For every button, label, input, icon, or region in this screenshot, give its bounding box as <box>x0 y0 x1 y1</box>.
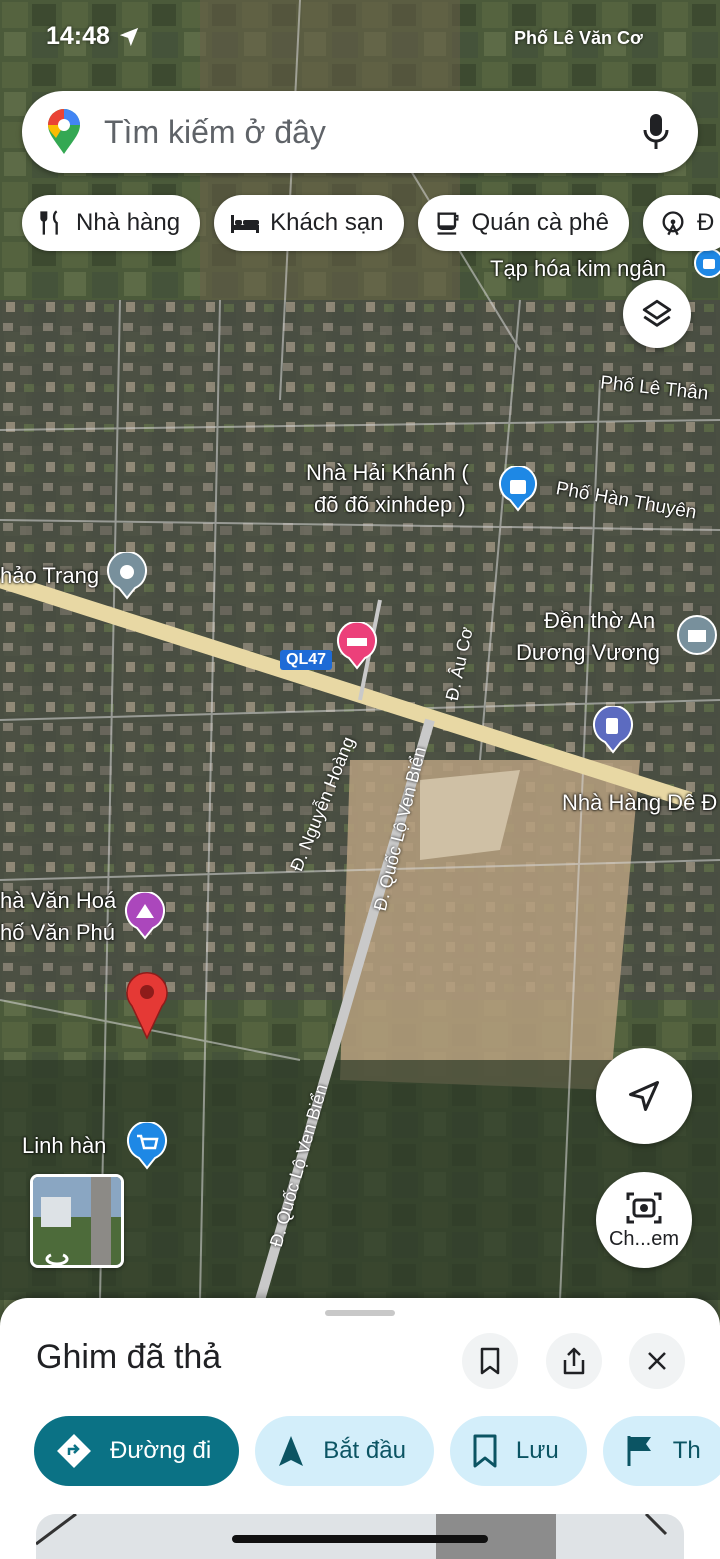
chip-label: Đ <box>696 209 715 236</box>
status-bar-right: Phố Lê Văn Cơ <box>514 28 643 48</box>
map-label-nha-van-hoa-2[interactable]: hố Văn Phú <box>0 920 115 946</box>
camera-icon <box>626 1192 662 1223</box>
share-icon <box>563 1347 585 1375</box>
gas-station-pin-icon[interactable] <box>592 704 634 759</box>
coffee-icon <box>437 212 459 235</box>
map-label-nha-hai-khanh-1[interactable]: Nhà Hải Khánh ( <box>306 460 469 486</box>
hotel-pin-icon[interactable] <box>336 620 378 675</box>
culture-house-pin-icon[interactable] <box>124 890 166 945</box>
restaurant-icon <box>40 210 58 235</box>
route-badge-ql47: QL47 <box>280 650 333 670</box>
hotel-icon <box>231 215 260 233</box>
close-button[interactable] <box>629 1333 685 1389</box>
maps-logo-icon <box>48 109 80 154</box>
map-label-linh-han[interactable]: Linh hàn <box>22 1133 106 1159</box>
chip-coffee[interactable]: Quán cà phê <box>417 195 629 251</box>
bookmark-icon <box>480 1347 500 1375</box>
start-button[interactable]: Bắt đầu <box>255 1416 434 1486</box>
location-arrow-icon <box>119 27 139 46</box>
category-chips: Nhà hàng Khách sạn Quán cà phê Đ <box>22 195 720 251</box>
close-icon <box>648 1352 666 1370</box>
microphone-icon[interactable] <box>642 113 670 151</box>
drag-handle[interactable] <box>325 1310 395 1316</box>
camera-label: Ch...em <box>608 1227 680 1250</box>
chip-label: Quán cà phê <box>471 209 609 236</box>
layers-button[interactable] <box>623 280 691 348</box>
directions-icon <box>57 1434 91 1468</box>
chip-attractions[interactable]: Đ <box>642 195 720 251</box>
clock: 14:48 <box>46 22 110 50</box>
chip-label: Nhà hàng <box>76 209 181 236</box>
shopping-bag-pin-icon[interactable] <box>498 464 538 517</box>
label-button[interactable]: Th <box>602 1416 720 1486</box>
map-label-tap-hoa[interactable]: Tạp hóa kim ngân <box>490 256 666 282</box>
chip-label: Khách sạn <box>270 209 384 236</box>
place-pin-icon[interactable] <box>106 550 148 605</box>
search-input[interactable] <box>104 113 584 151</box>
sheet-title: Ghim đã thả <box>36 1338 222 1376</box>
street-view-image <box>33 1177 121 1265</box>
save-button[interactable] <box>462 1333 518 1389</box>
map-label-thao-trang[interactable]: hảo Trang <box>0 563 99 589</box>
action-label: Lưu <box>515 1437 559 1464</box>
share-button[interactable] <box>546 1333 602 1389</box>
map-label-den-tho-1[interactable]: Đền thờ An <box>544 608 655 634</box>
action-label: Đường đi <box>110 1437 212 1464</box>
map-label-nha-van-hoa-1[interactable]: hà Văn Hoá <box>0 888 116 914</box>
camera-search-button[interactable]: Ch...em <box>596 1172 692 1268</box>
map-label-nha-hang-de[interactable]: Nhà Hàng Dê Đ <box>562 790 717 816</box>
map-label-nha-hai-khanh-2[interactable]: đõ đõ xinhdep ) <box>314 492 466 518</box>
chip-hotels[interactable]: Khách sạn <box>214 195 404 251</box>
dropped-pin-icon[interactable] <box>124 970 170 1045</box>
directions-button[interactable]: Đường đi <box>34 1416 240 1486</box>
action-row: Đường đi Bắt đầu Lưu Th <box>34 1416 720 1486</box>
map-label-den-tho-2[interactable]: Dương Vương <box>516 640 660 666</box>
navigation-icon <box>279 1436 304 1466</box>
status-bar-time: 14:48 <box>46 22 140 51</box>
layers-icon <box>642 299 672 327</box>
action-label: Th <box>672 1437 701 1464</box>
action-label: Bắt đầu <box>323 1437 406 1464</box>
attractions-icon <box>662 211 684 236</box>
bookmark-icon <box>473 1434 497 1468</box>
street-view-thumbnail[interactable] <box>30 1174 124 1268</box>
my-location-button[interactable] <box>596 1048 692 1144</box>
cart-pin-icon[interactable] <box>126 1120 168 1175</box>
bottom-sheet[interactable]: Ghim đã thả Đường đi Bắt đầu Lưu Th <box>0 1298 720 1559</box>
navigation-arrow-icon <box>629 1081 659 1111</box>
home-indicator <box>232 1535 488 1543</box>
temple-pin-icon[interactable] <box>676 614 718 661</box>
save-action-button[interactable]: Lưu <box>449 1416 587 1486</box>
search-bar[interactable] <box>22 91 698 173</box>
shopping-pin-icon[interactable] <box>694 248 720 289</box>
chip-restaurants[interactable]: Nhà hàng <box>22 195 201 251</box>
flag-icon <box>627 1436 651 1466</box>
